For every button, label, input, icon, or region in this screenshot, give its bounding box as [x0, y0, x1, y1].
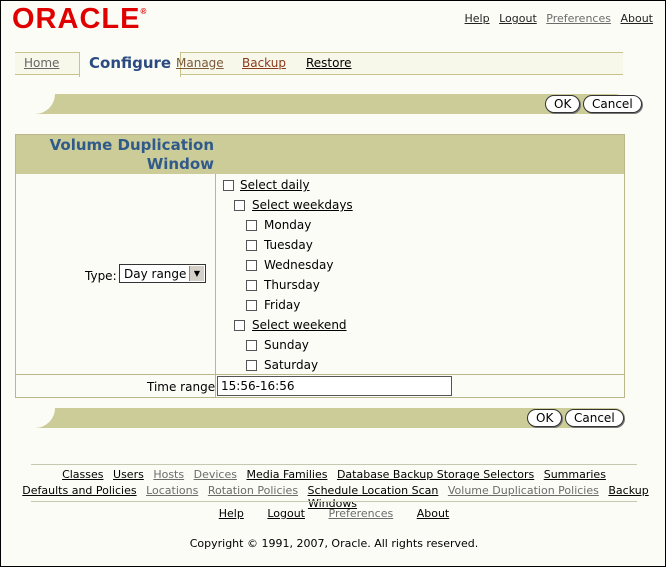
footer-link-volume-duplication-policies[interactable]: Volume Duplication Policies: [448, 484, 599, 497]
footer-link-classes[interactable]: Classes: [62, 468, 103, 481]
footer-link-users[interactable]: Users: [113, 468, 144, 481]
help-link[interactable]: Help: [465, 12, 490, 25]
top-action-bar: OK Cancel: [15, 94, 642, 114]
footer-link-defaults-and-policies[interactable]: Defaults and Policies: [22, 484, 136, 497]
form-header: Volume Duplication Window: [16, 135, 624, 174]
select-daily-label[interactable]: Select daily: [240, 178, 310, 192]
footer-global-links: Help Logout Preferences About: [1, 507, 666, 520]
tuesday-checkbox[interactable]: [246, 240, 257, 251]
select-weekdays-label[interactable]: Select weekdays: [252, 198, 353, 212]
sunday-label: Sunday: [264, 338, 309, 352]
wednesday-checkbox[interactable]: [246, 260, 257, 271]
copyright-text: Copyright © 1991, 2007, Oracle. All righ…: [189, 537, 479, 550]
footer-divider-top: [31, 464, 637, 465]
saturday-checkbox[interactable]: [246, 360, 257, 371]
oracle-logo: ORACLE®: [12, 3, 148, 35]
global-links: Help Logout Preferences About: [459, 12, 653, 25]
footer-about-link[interactable]: About: [417, 507, 450, 520]
thursday-checkbox[interactable]: [246, 280, 257, 291]
volume-duplication-window-form: Volume Duplication Window Type: Day rang…: [15, 134, 625, 398]
footer-link-media-families[interactable]: Media Families: [246, 468, 327, 481]
sunday-checkbox[interactable]: [246, 340, 257, 351]
friday-checkbox[interactable]: [246, 300, 257, 311]
tab-backup[interactable]: Backup: [242, 56, 286, 70]
tuesday-label: Tuesday: [264, 238, 313, 252]
footer-link-schedule-location-scan[interactable]: Schedule Location Scan: [308, 484, 439, 497]
footer-logout-link[interactable]: Logout: [267, 507, 305, 520]
monday-checkbox[interactable]: [246, 220, 257, 231]
footer-link-hosts[interactable]: Hosts: [153, 468, 184, 481]
row-divider: [16, 374, 624, 375]
column-divider: [215, 174, 216, 398]
select-weekdays-checkbox[interactable]: [234, 200, 245, 211]
time-range-label: Time range: [147, 380, 216, 394]
page-frame: ORACLE® Help Logout Preferences About Ho…: [0, 0, 666, 567]
select-daily-checkbox[interactable]: [223, 180, 234, 191]
cancel-button-top[interactable]: Cancel: [583, 95, 642, 113]
form-title: Volume Duplication Window: [49, 136, 214, 173]
footer-link-rotation-policies[interactable]: Rotation Policies: [208, 484, 298, 497]
tab-restore[interactable]: Restore: [306, 56, 352, 70]
footer-divider-bottom: [31, 501, 637, 502]
footer-link-devices[interactable]: Devices: [194, 468, 237, 481]
footer-nav-row-1: Classes Users Hosts Devices Media Famili…: [1, 468, 666, 481]
footer-help-link[interactable]: Help: [219, 507, 244, 520]
bottom-action-bar: OK Cancel: [15, 408, 625, 428]
friday-label: Friday: [264, 298, 301, 312]
select-weekend-label[interactable]: Select weekend: [252, 318, 347, 332]
time-range-input[interactable]: 15:56-16:56: [217, 376, 452, 396]
type-label: Type:: [85, 269, 117, 283]
logout-link[interactable]: Logout: [499, 12, 537, 25]
tab-configure[interactable]: Configure: [79, 52, 182, 77]
footer-link-locations[interactable]: Locations: [146, 484, 198, 497]
thursday-label: Thursday: [264, 278, 320, 292]
monday-label: Monday: [264, 218, 312, 232]
saturday-label: Saturday: [264, 358, 319, 372]
tab-home[interactable]: Home: [24, 56, 59, 70]
type-select[interactable]: Day range ▼: [119, 264, 206, 283]
preferences-link[interactable]: Preferences: [546, 12, 611, 25]
wednesday-label: Wednesday: [264, 258, 334, 272]
footer-link-database-backup-storage-selectors[interactable]: Database Backup Storage Selectors: [337, 468, 534, 481]
select-weekend-checkbox[interactable]: [234, 320, 245, 331]
tab-bar: Home Configure Manage Backup Restore: [15, 52, 623, 77]
cancel-button-bottom[interactable]: Cancel: [565, 409, 624, 427]
tab-manage[interactable]: Manage: [176, 56, 224, 70]
ok-button-top[interactable]: OK: [545, 95, 581, 113]
footer-link-summaries[interactable]: Summaries: [544, 468, 606, 481]
chevron-down-icon: ▼: [189, 266, 204, 281]
ok-button-bottom[interactable]: OK: [527, 409, 563, 427]
footer-preferences-link[interactable]: Preferences: [329, 507, 394, 520]
about-link[interactable]: About: [620, 12, 653, 25]
